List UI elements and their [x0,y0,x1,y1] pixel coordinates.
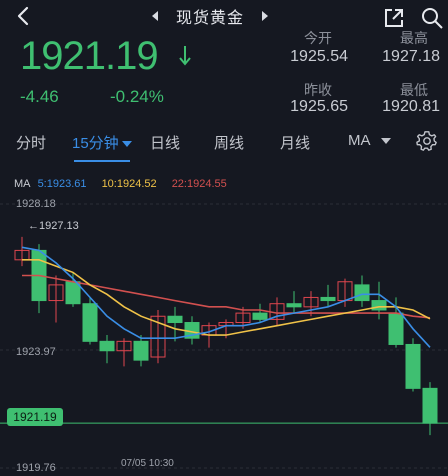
current-price-badge: 1921.19 [7,408,63,426]
y-axis-top-label: 1928.18 [16,198,56,210]
high-marker-label: ←1927.13 [28,220,79,232]
y-axis-bottom-label: 1919.76 [16,462,56,474]
candle-down [388,312,404,345]
time-axis-label: 07/05 10:30 [121,458,174,469]
candle-down [320,296,336,302]
high-marker-value: 1927.13 [39,220,79,232]
candle-down [133,340,149,361]
candle-down [354,284,370,302]
candle-down [252,312,268,320]
candle-down [405,343,421,389]
candle-down [371,300,387,311]
y-axis-mid-label: 1923.97 [16,346,56,358]
candle-down [82,303,98,342]
candle-down [167,315,183,324]
candlestick-chart[interactable] [0,0,448,476]
candle-down [99,340,115,352]
candle-down [422,387,438,424]
candle-down [286,303,302,308]
